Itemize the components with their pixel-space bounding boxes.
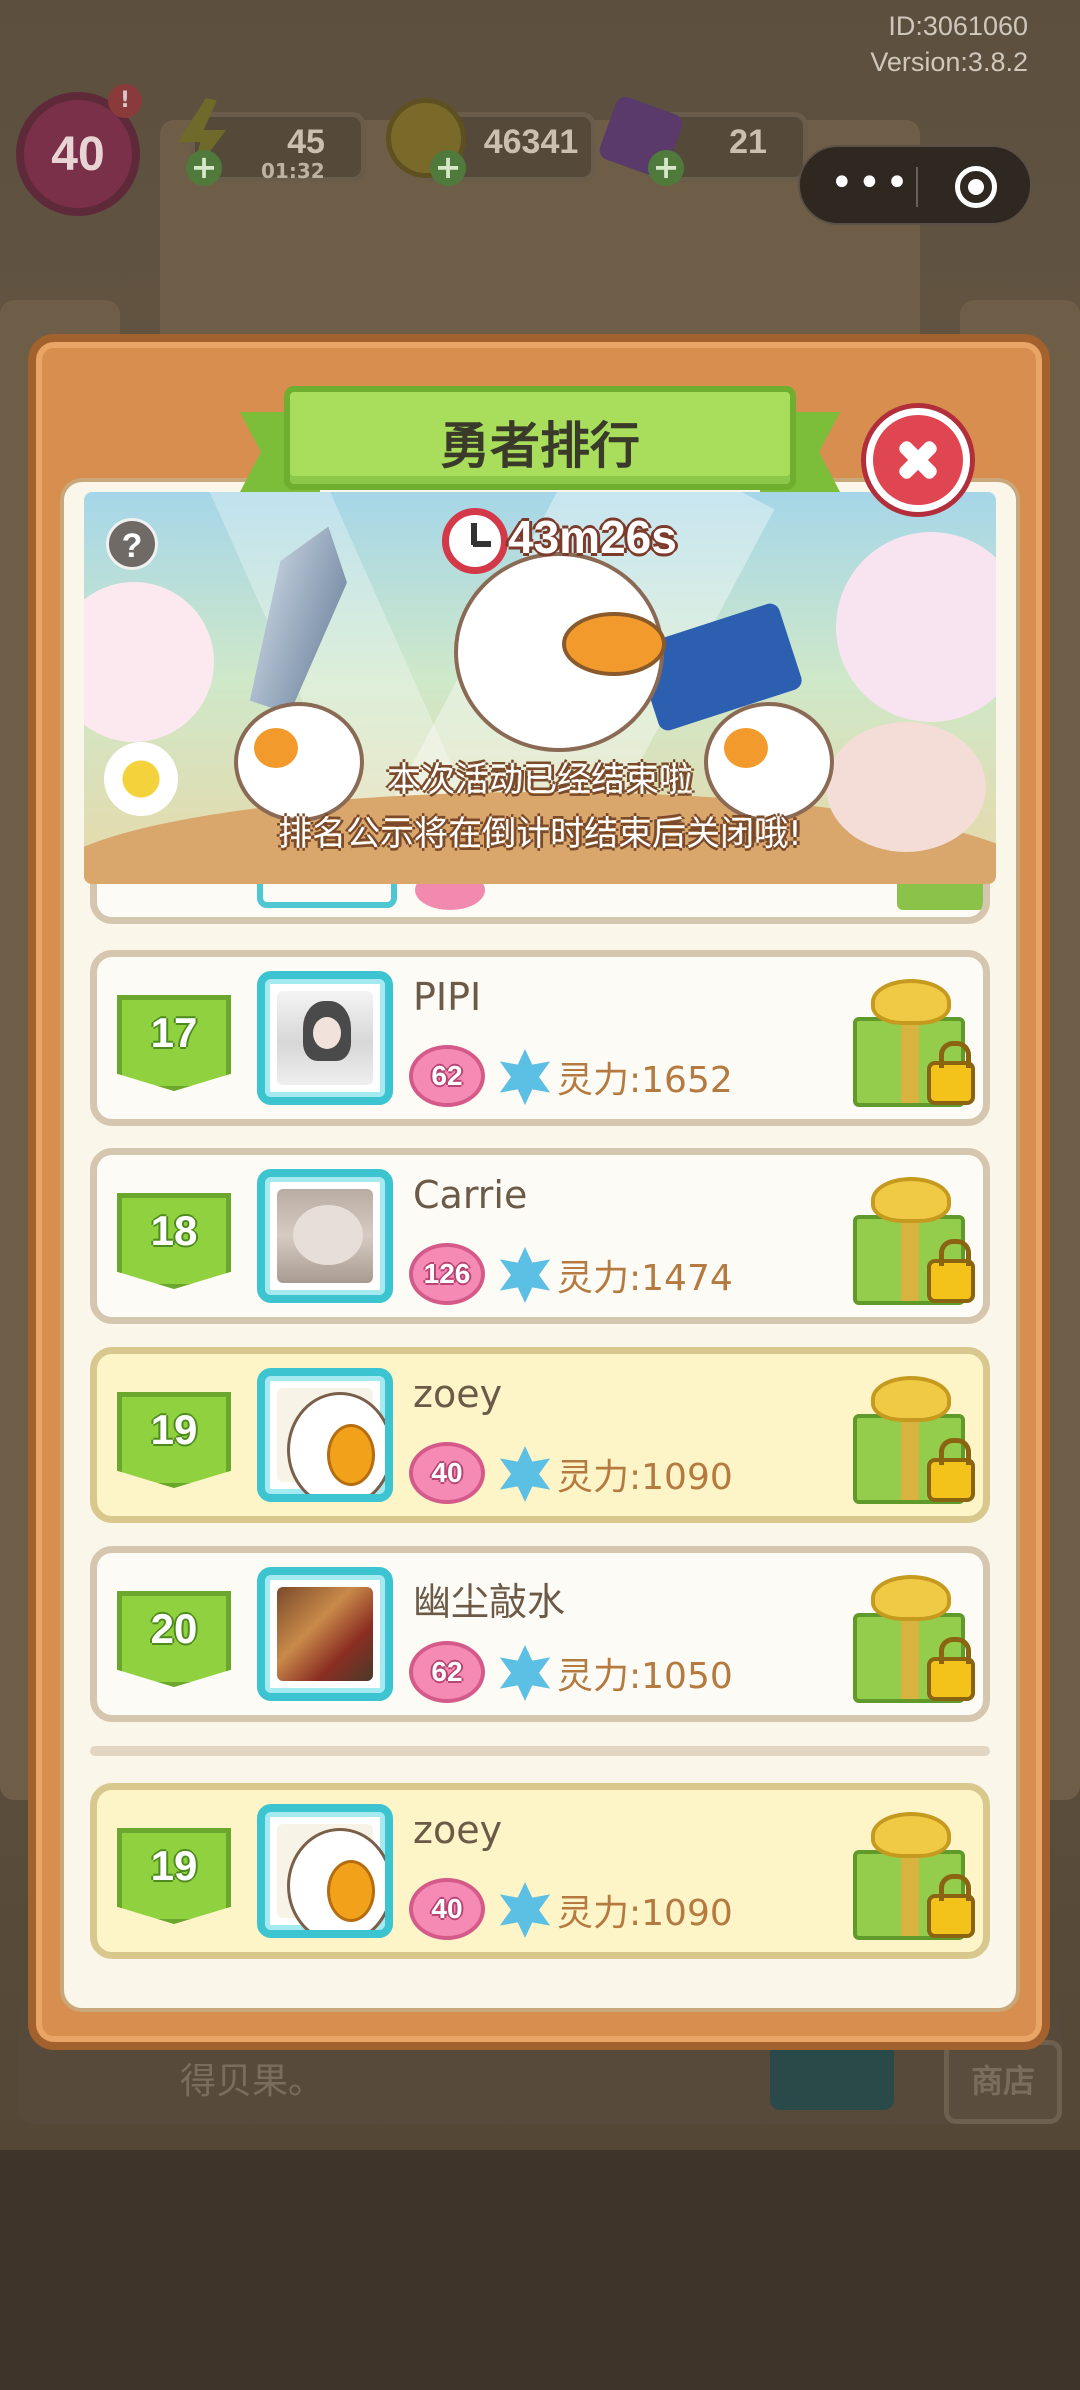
rank-number: 19: [150, 1842, 198, 1889]
clock-icon: [442, 508, 508, 574]
user-id-text: ID:3061060: [888, 11, 1028, 41]
energy-value: 45: [287, 123, 325, 161]
mini-program-capsule: •••: [798, 145, 1032, 225]
spirit-power: 灵力:1090: [557, 1893, 733, 1934]
event-ended-message: 本次活动已经结束啦: [387, 760, 693, 800]
shop-button: 商店: [944, 2040, 1062, 2124]
my-rank-row: 19 zoey 40 灵力:1090: [90, 1783, 990, 1959]
spirit-power: 灵力:1474: [557, 1258, 733, 1299]
title-ribbon: 勇者排行: [240, 386, 840, 504]
heart-level-badge: 62: [409, 1045, 485, 1107]
player-level: 62: [431, 1656, 463, 1687]
avatar[interactable]: [257, 1567, 393, 1701]
spirit-power: 灵力:1652: [557, 1060, 733, 1101]
star-icon: [499, 1247, 551, 1303]
background-hint-text: 得贝果。: [180, 2061, 325, 2102]
countdown-timer: 43m26s: [508, 511, 677, 563]
lock-icon: [927, 1239, 975, 1303]
rank-number: 19: [150, 1406, 198, 1453]
player-name: zoey: [413, 1808, 503, 1852]
list-divider: [90, 1746, 990, 1756]
heart-badge-partial: [415, 884, 485, 910]
spirit-power: 灵力:1090: [557, 1457, 733, 1498]
gift-icon-partial: [897, 884, 983, 910]
cloud-illustration: [84, 582, 214, 742]
avatar[interactable]: [257, 1169, 393, 1303]
avatar[interactable]: [257, 971, 393, 1105]
avatar-partial: [257, 884, 397, 908]
rank-number: 18: [150, 1207, 198, 1254]
locked-gift-icon[interactable]: [849, 1808, 977, 1948]
add-energy-button: +: [186, 150, 222, 186]
close-miniprogram-button[interactable]: [955, 166, 997, 208]
energy-timer: 01:32: [261, 159, 325, 183]
player-level: 126: [423, 1258, 471, 1289]
star-icon: [499, 1882, 551, 1938]
background-action-button: [770, 2040, 894, 2110]
avatar[interactable]: [257, 1804, 393, 1938]
locked-gift-icon[interactable]: [849, 1372, 977, 1512]
close-button[interactable]: [866, 408, 970, 512]
star-icon: [499, 1049, 551, 1105]
add-coins-button: +: [430, 150, 466, 186]
add-gems-button: +: [648, 150, 684, 186]
heart-level-badge: 62: [409, 1641, 485, 1703]
locked-gift-icon[interactable]: [849, 975, 977, 1115]
player-name: PIPI: [413, 975, 482, 1019]
background-floor: [0, 2150, 1080, 2390]
player-name: zoey: [413, 1372, 503, 1416]
table-row-partial: [90, 884, 990, 924]
level-value: 40: [51, 127, 105, 181]
rank-number: 17: [150, 1009, 198, 1056]
lock-icon: [927, 1637, 975, 1701]
bird-beak-illustration: [562, 612, 666, 676]
table-row: 20 幽尘敲水 62 灵力:1050: [90, 1546, 990, 1722]
avatar[interactable]: [257, 1368, 393, 1502]
heart-level-badge: 40: [409, 1878, 485, 1940]
help-icon[interactable]: ?: [106, 518, 158, 570]
cloud-illustration: [836, 532, 996, 722]
version-text: Version:3.8.2: [870, 47, 1028, 77]
player-level: 40: [431, 1893, 463, 1924]
table-row-self: 19 zoey 40 灵力:1090: [90, 1347, 990, 1523]
coin-value: 46341: [483, 123, 579, 161]
locked-gift-icon[interactable]: [849, 1173, 977, 1313]
table-row: 17 PIPI 62 灵力:1652: [90, 950, 990, 1126]
heart-level-badge: 40: [409, 1442, 485, 1504]
lock-icon: [927, 1874, 975, 1938]
ranking-close-notice: 排名公示将在倒计时结束后关闭哦!: [278, 814, 802, 854]
locked-gift-icon[interactable]: [849, 1571, 977, 1711]
rank-number: 20: [150, 1605, 198, 1652]
star-icon: [499, 1446, 551, 1502]
star-icon: [499, 1645, 551, 1701]
more-options-button[interactable]: •••: [830, 163, 910, 207]
heart-level-badge: 126: [409, 1243, 485, 1305]
lock-icon: [927, 1041, 975, 1105]
player-name: Carrie: [413, 1173, 528, 1217]
player-name: 幽尘敲水: [413, 1580, 566, 1624]
modal-title: 勇者排行: [440, 417, 640, 475]
lock-icon: [927, 1438, 975, 1502]
spirit-power: 灵力:1050: [557, 1656, 733, 1697]
level-alert-icon: !: [108, 84, 142, 118]
player-level: 62: [431, 1060, 463, 1091]
gem-value: 21: [729, 123, 767, 161]
table-row: 18 Carrie 126 灵力:1474: [90, 1148, 990, 1324]
version-info: ID:3061060 Version:3.8.2: [870, 8, 1028, 80]
capsule-divider: [916, 167, 918, 207]
player-level: 40: [431, 1457, 463, 1488]
